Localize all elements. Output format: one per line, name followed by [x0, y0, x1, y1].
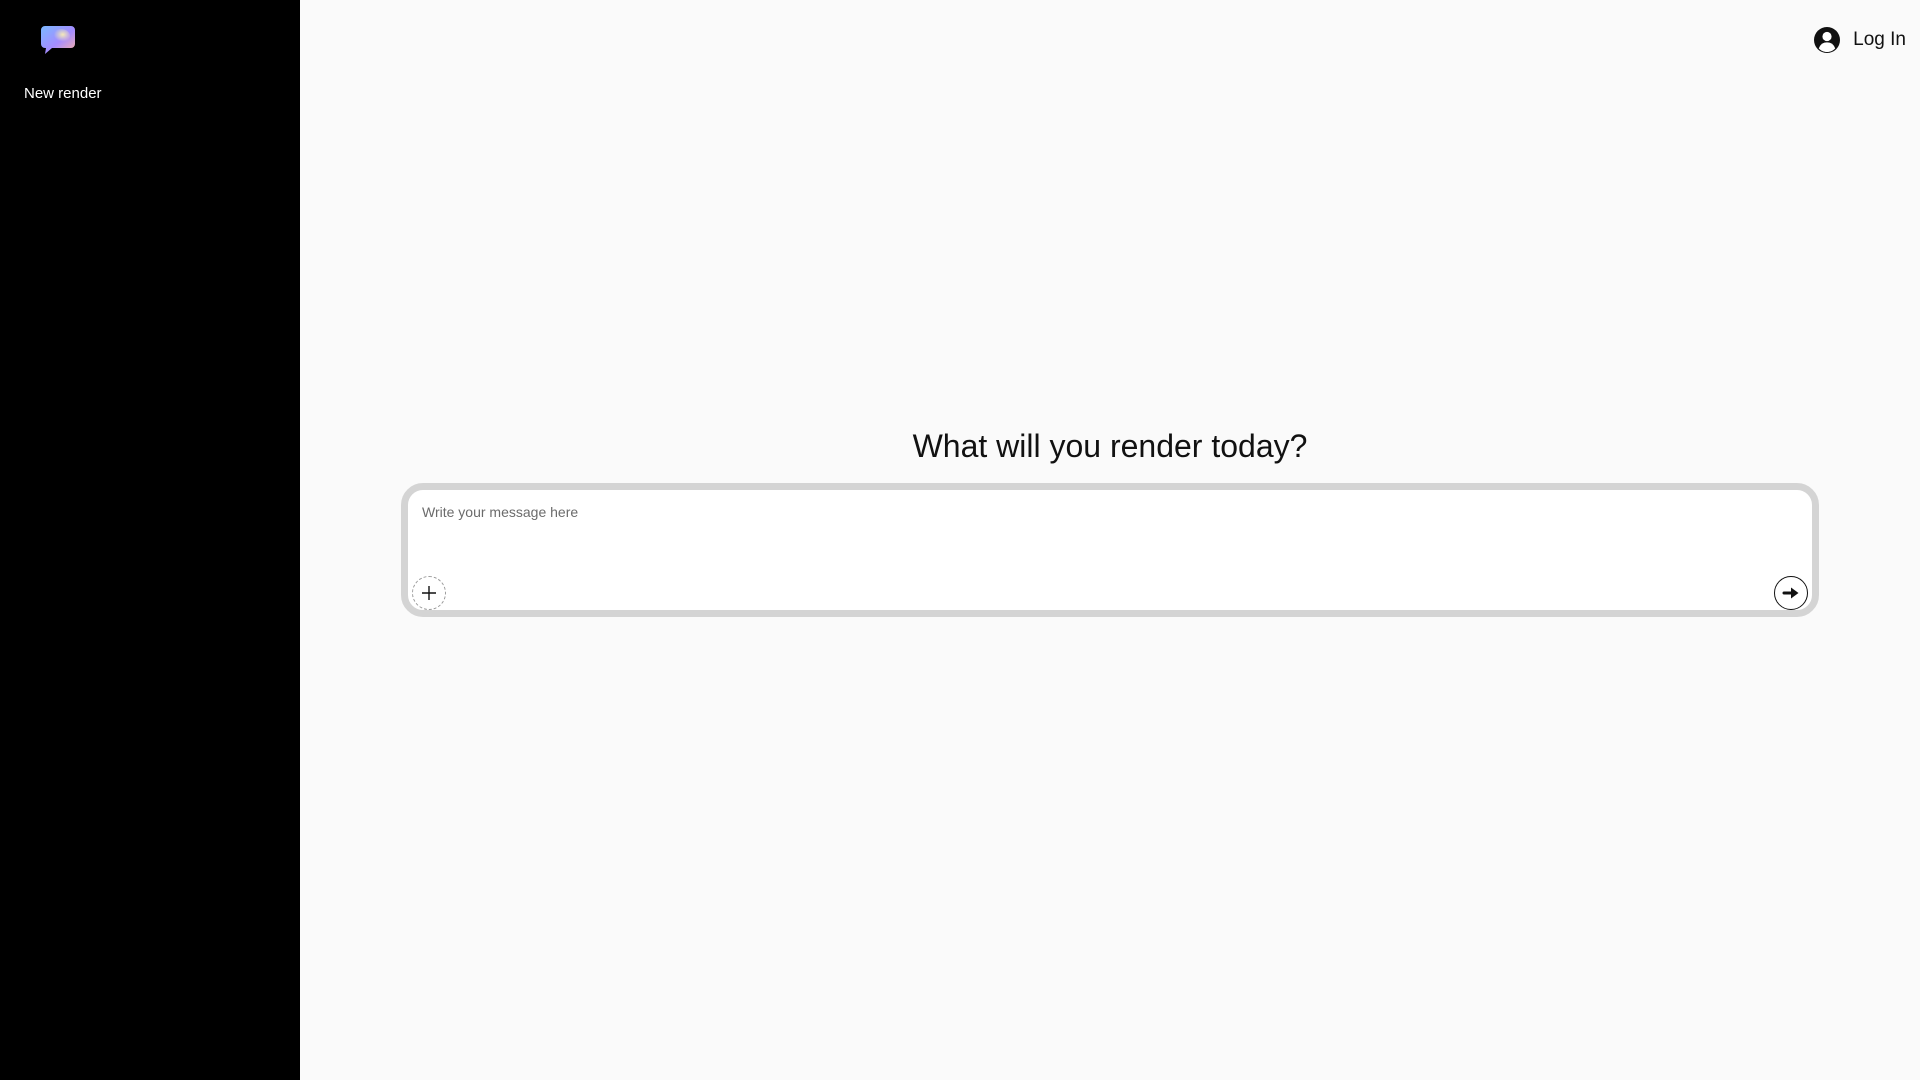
- arrow-right-icon: [1782, 587, 1799, 599]
- new-render-button[interactable]: New render: [24, 85, 102, 102]
- user-circle-icon: [1814, 27, 1841, 53]
- page-title: What will you render today?: [912, 428, 1308, 464]
- login-button[interactable]: Log In: [1813, 26, 1906, 54]
- plus-icon: [422, 586, 436, 600]
- main-area: Log In What will you render today?: [300, 0, 1920, 1080]
- message-input[interactable]: [422, 504, 1792, 544]
- sidebar: New render: [0, 0, 300, 1080]
- chat-bubble-logo-icon[interactable]: [40, 24, 76, 56]
- send-button[interactable]: [1774, 576, 1808, 610]
- message-composer: [401, 483, 1819, 617]
- app-root: New render Log In What will you render t…: [0, 0, 1920, 1080]
- login-label: Log In: [1853, 29, 1906, 50]
- attach-button[interactable]: [412, 576, 446, 610]
